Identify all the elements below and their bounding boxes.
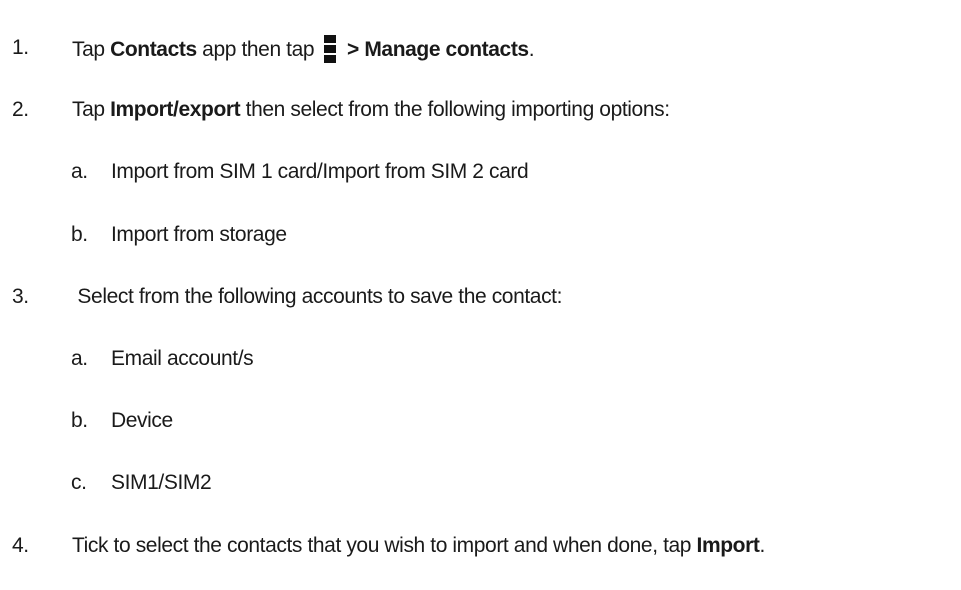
sub-item-letter: b.	[71, 223, 88, 246]
sub-item-letter: b.	[71, 409, 88, 432]
step-number: 4.	[12, 534, 29, 557]
sub-item-text: SIM1/SIM2	[111, 471, 212, 494]
instructions-document: 1. Tap Contacts app then tap > Manage co…	[0, 0, 961, 590]
step-text: Tick to select the contacts that you wis…	[72, 534, 765, 557]
step-number: 1.	[12, 36, 29, 59]
menu-icon	[323, 35, 336, 63]
import-export-label: Import/export	[110, 98, 241, 121]
sub-item-text: Import from SIM 1 card/Import from SIM 2…	[111, 160, 529, 183]
sub-item-text: Import from storage	[111, 223, 287, 246]
step-text: Select from the following accounts to sa…	[72, 285, 563, 308]
step-text: Tap Import/export then select from the f…	[72, 98, 670, 121]
step-number: 2.	[12, 98, 29, 121]
import-label: Import	[696, 534, 760, 557]
step-text: Tap Contacts app then tap > Manage conta…	[72, 35, 535, 63]
sub-item-letter: a.	[71, 160, 88, 183]
step-number: 3.	[12, 285, 29, 308]
contacts-app-label: Contacts	[110, 38, 197, 61]
manage-contacts-label: > Manage contacts	[341, 38, 529, 61]
sub-item-letter: c.	[71, 471, 87, 494]
sub-item-text: Email account/s	[111, 347, 254, 370]
sub-item-text: Device	[111, 409, 173, 432]
sub-item-letter: a.	[71, 347, 88, 370]
